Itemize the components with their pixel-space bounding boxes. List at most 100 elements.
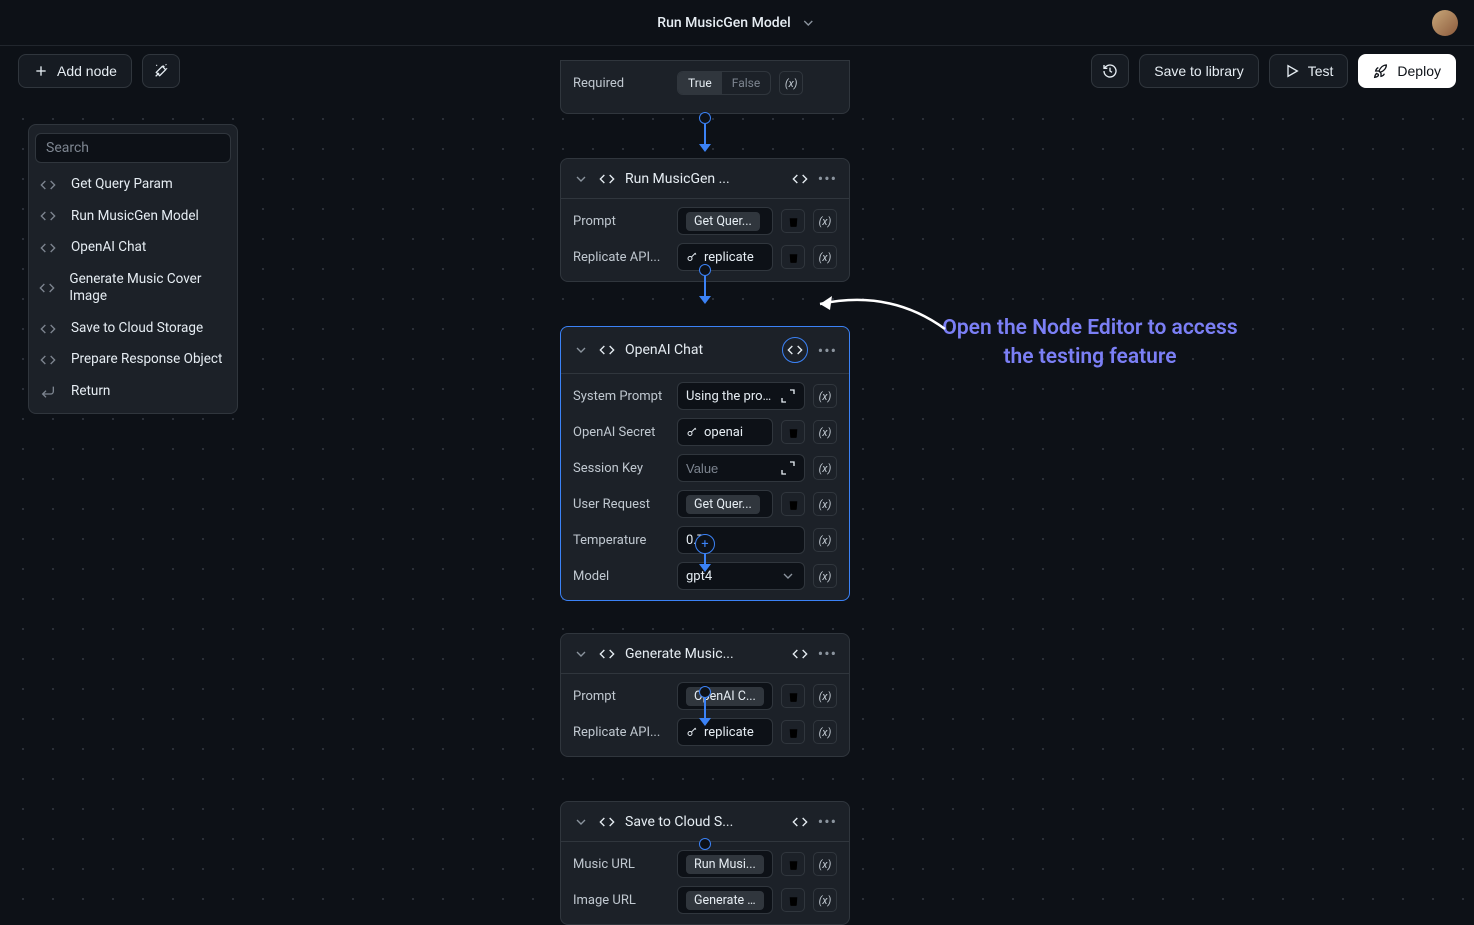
- param-label: Required: [573, 76, 669, 91]
- history-button[interactable]: [1091, 54, 1129, 88]
- collapse-icon[interactable]: [573, 171, 589, 187]
- annotation-arrow-icon: [810, 284, 950, 344]
- variable-button[interactable]: (x): [813, 209, 837, 233]
- play-icon: [1284, 63, 1300, 79]
- code-icon: [39, 208, 57, 224]
- deploy-button[interactable]: Deploy: [1358, 54, 1456, 88]
- node-save-cloud[interactable]: Save to Cloud S... ••• Music URL Run Mus…: [560, 801, 850, 925]
- collapse-icon[interactable]: [573, 646, 589, 662]
- code-icon: [39, 240, 57, 256]
- workflow-title-dropdown[interactable]: Run MusicGen Model: [657, 15, 816, 31]
- node-area: Required True False (x) Run MusicGen ...: [560, 96, 850, 925]
- variable-button[interactable]: (x): [813, 684, 837, 708]
- add-node-connector[interactable]: +: [695, 534, 715, 554]
- delete-button[interactable]: [781, 852, 805, 876]
- code-editor-icon[interactable]: [782, 337, 808, 363]
- expand-icon[interactable]: [780, 460, 796, 476]
- param-value[interactable]: Run Musi...: [677, 850, 773, 878]
- variable-button[interactable]: (x): [813, 888, 837, 912]
- delete-button[interactable]: [781, 420, 805, 444]
- key-icon: [686, 426, 698, 438]
- variable-button[interactable]: (x): [813, 720, 837, 744]
- delete-button[interactable]: [781, 888, 805, 912]
- save-to-library-button[interactable]: Save to library: [1139, 54, 1258, 88]
- topbar: Run MusicGen Model: [0, 0, 1474, 46]
- param-value[interactable]: replicate: [677, 243, 773, 271]
- add-node-button[interactable]: Add node: [18, 54, 132, 88]
- param-label: Music URL: [573, 857, 669, 872]
- param-value[interactable]: Get Quer...: [677, 490, 773, 518]
- delete-button[interactable]: [781, 684, 805, 708]
- return-icon: [39, 384, 57, 400]
- search-item-openai-chat[interactable]: OpenAI Chat: [29, 232, 237, 264]
- param-value[interactable]: gpt4: [677, 562, 805, 590]
- variable-button[interactable]: (x): [813, 564, 837, 588]
- delete-button[interactable]: [781, 245, 805, 269]
- search-item-prepare-response[interactable]: Prepare Response Object: [29, 344, 237, 376]
- expand-icon[interactable]: [780, 388, 796, 404]
- code-icon: [39, 280, 55, 296]
- node-title: OpenAI Chat: [625, 342, 772, 358]
- variable-button[interactable]: (x): [813, 245, 837, 269]
- param-label: System Prompt: [573, 389, 669, 404]
- search-item-label: Generate Music Cover Image: [69, 271, 227, 306]
- rocket-icon: [1373, 63, 1389, 79]
- variable-button[interactable]: (x): [813, 384, 837, 408]
- toggle-true[interactable]: True: [678, 72, 722, 94]
- variable-button[interactable]: (x): [813, 852, 837, 876]
- search-panel: Search Get Query Param Run MusicGen Mode…: [28, 124, 238, 414]
- variable-button[interactable]: (x): [813, 492, 837, 516]
- code-icon: [599, 342, 615, 358]
- more-icon[interactable]: •••: [818, 644, 837, 663]
- variable-button[interactable]: (x): [813, 420, 837, 444]
- param-label: Prompt: [573, 689, 669, 704]
- param-value[interactable]: replicate: [677, 718, 773, 746]
- code-editor-icon[interactable]: [792, 814, 808, 830]
- code-icon: [599, 171, 615, 187]
- more-icon[interactable]: •••: [818, 169, 837, 188]
- code-editor-icon[interactable]: [792, 646, 808, 662]
- chevron-down-icon[interactable]: [780, 568, 796, 584]
- search-item-label: OpenAI Chat: [71, 239, 146, 257]
- collapse-icon[interactable]: [573, 814, 589, 830]
- node-partial[interactable]: Required True False (x): [560, 60, 850, 114]
- search-item-label: Prepare Response Object: [71, 351, 222, 369]
- session-key-input[interactable]: [686, 461, 774, 476]
- node-title: Save to Cloud S...: [625, 814, 782, 830]
- param-value[interactable]: Get Quer...: [677, 207, 773, 235]
- more-icon[interactable]: •••: [818, 812, 837, 831]
- key-icon: [686, 726, 698, 738]
- variable-button[interactable]: (x): [779, 71, 803, 95]
- search-item-label: Get Query Param: [71, 176, 173, 194]
- param-label: Image URL: [573, 893, 669, 908]
- magic-wand-button[interactable]: [142, 54, 180, 88]
- search-input[interactable]: Search: [35, 133, 231, 163]
- search-item-generate-cover[interactable]: Generate Music Cover Image: [29, 264, 237, 313]
- key-icon: [686, 251, 698, 263]
- canvas[interactable]: Search Get Query Param Run MusicGen Mode…: [0, 96, 1474, 915]
- search-item-return[interactable]: Return: [29, 376, 237, 408]
- delete-button[interactable]: [781, 720, 805, 744]
- variable-button[interactable]: (x): [813, 456, 837, 480]
- search-item-run-musicgen[interactable]: Run MusicGen Model: [29, 201, 237, 233]
- plus-icon: [33, 63, 49, 79]
- param-label: Replicate API...: [573, 725, 669, 740]
- code-icon: [599, 814, 615, 830]
- code-editor-icon[interactable]: [792, 171, 808, 187]
- param-value[interactable]: Generate ...: [677, 886, 773, 914]
- search-item-label: Save to Cloud Storage: [71, 320, 203, 338]
- avatar[interactable]: [1432, 10, 1458, 36]
- param-value[interactable]: Using the provid...: [677, 382, 805, 410]
- variable-button[interactable]: (x): [813, 528, 837, 552]
- param-value[interactable]: openai: [677, 418, 773, 446]
- param-label: Model: [573, 569, 669, 584]
- param-value[interactable]: OpenAI C...: [677, 682, 773, 710]
- search-item-cloud-storage[interactable]: Save to Cloud Storage: [29, 313, 237, 345]
- param-value[interactable]: [677, 454, 805, 482]
- delete-button[interactable]: [781, 492, 805, 516]
- test-button[interactable]: Test: [1269, 54, 1349, 88]
- collapse-icon[interactable]: [573, 342, 589, 358]
- delete-button[interactable]: [781, 209, 805, 233]
- search-item-get-query-param[interactable]: Get Query Param: [29, 169, 237, 201]
- toggle-false[interactable]: False: [722, 72, 770, 94]
